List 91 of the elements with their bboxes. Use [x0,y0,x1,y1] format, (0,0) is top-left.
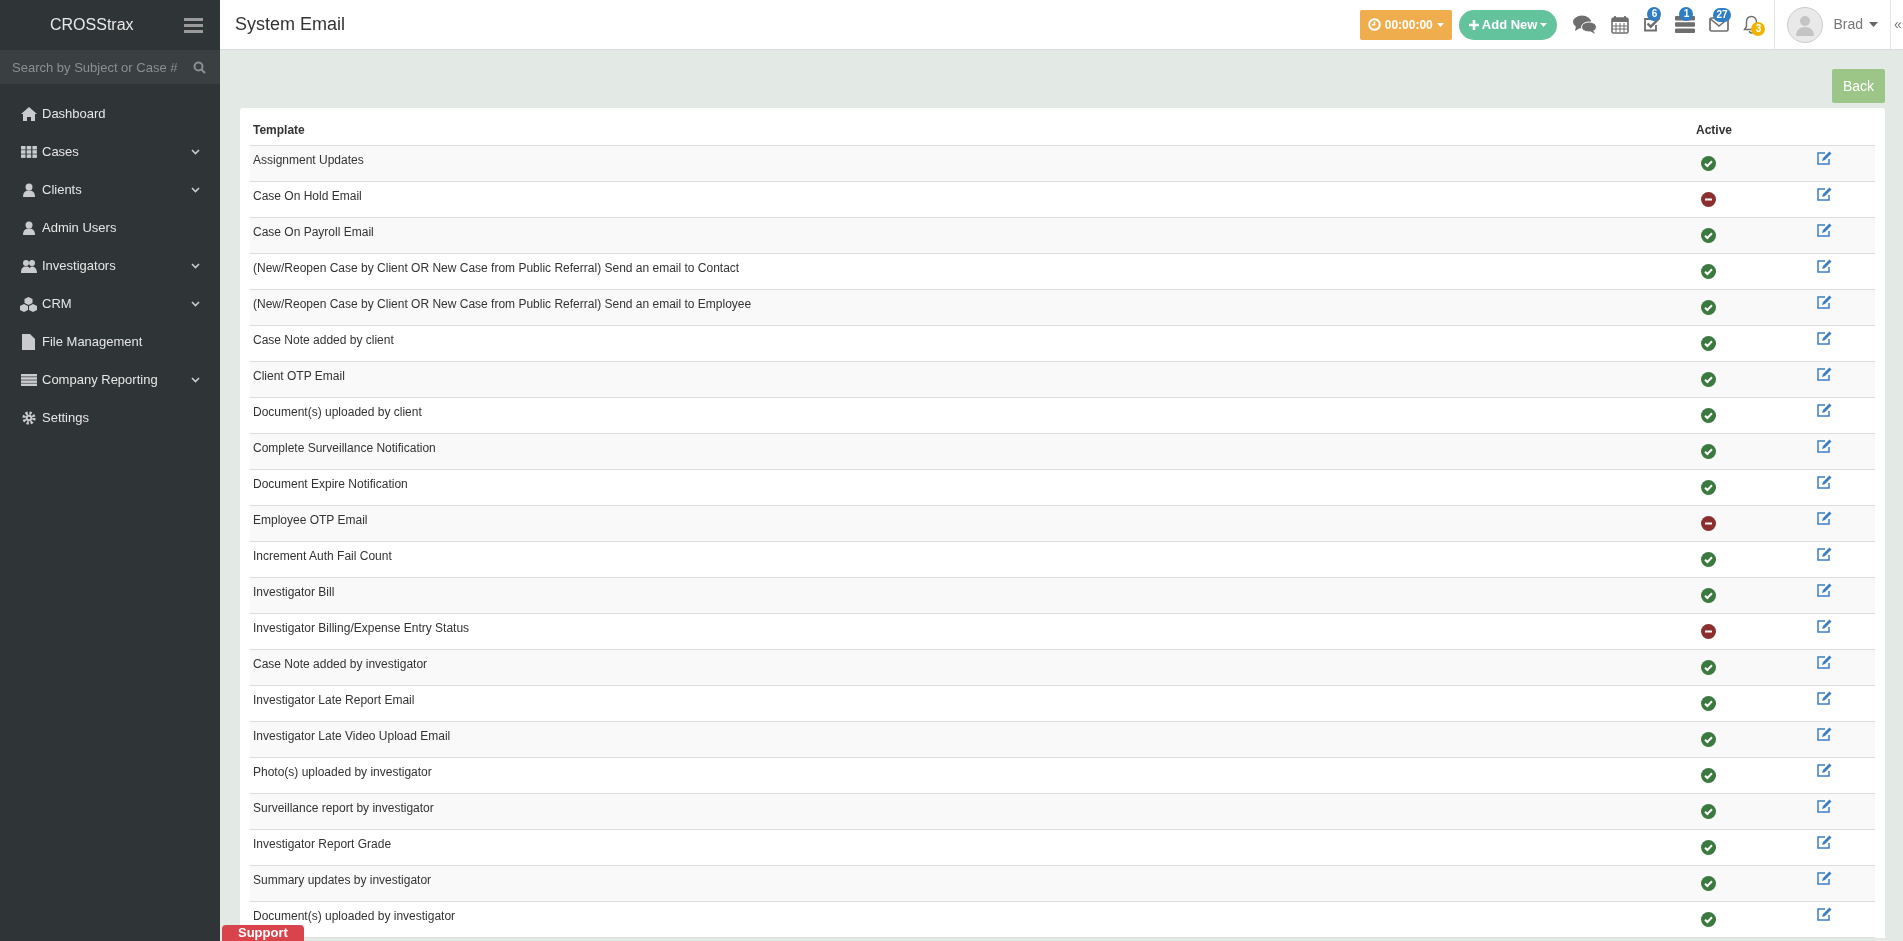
sidebar-item[interactable]: Cases [0,133,220,171]
sidebar-item[interactable]: Clients [0,171,220,209]
sidebar-item[interactable]: CRM [0,285,220,323]
template-name: Case Note added by client [253,332,394,347]
edit-icon[interactable] [1816,618,1832,633]
menu-icon[interactable] [184,17,203,33]
edit-icon[interactable] [1816,726,1832,741]
sidebar-item[interactable]: Settings [0,399,220,437]
edit-icon[interactable] [1816,546,1832,561]
page-title: System Email [235,13,347,36]
template-name: (New/Reopen Case by Client OR New Case from Public Referral) Send an email to Employee [253,296,752,311]
column-header: Active [1680,116,1810,145]
template-name: Investigator Report Grade [253,836,392,851]
chevron-down-icon [191,377,200,383]
edit-icon[interactable] [1816,510,1832,525]
support-button[interactable]: Support [222,925,304,941]
user-icon [21,183,36,197]
edit-icon[interactable] [1816,438,1832,453]
edit-icon[interactable] [1816,654,1832,669]
notification-badge: 6 [1647,7,1662,21]
template-name: Investigator Late Video Upload Email [253,728,451,743]
sidebar-item[interactable]: File Management [0,323,220,361]
calendar-icon[interactable] [1611,15,1630,34]
brand-logo[interactable]: CROSStrax [50,13,134,37]
edit-icon[interactable] [1816,222,1832,237]
template-name: Client OTP Email [253,368,345,383]
edit-icon[interactable] [1816,366,1832,381]
file-icon [22,334,35,350]
users-icon [20,259,37,273]
template-name: Increment Auth Fail Count [253,548,392,563]
collapse-button[interactable]: « [1893,14,1903,35]
chevron-down-icon [191,149,200,155]
column-header: Template [250,116,1680,145]
caret-icon [1869,22,1878,27]
search-icon [193,61,206,74]
sidebar-item[interactable]: Dashboard [0,95,220,133]
notification-badge: 3 [1751,22,1766,36]
template-name: Document(s) uploaded by investigator [253,908,456,923]
notification-badge: 1 [1679,7,1694,21]
chevron-down-icon [191,263,200,269]
template-name: Investigator Bill [253,584,335,599]
user-silhouette-icon [1795,13,1816,36]
template-name: (New/Reopen Case by Client OR New Case from Public Referral) Send an email to Contact [253,260,740,275]
template-name: Case On Payroll Email [253,224,374,239]
template-name: Case On Hold Email [253,188,362,203]
home-icon [20,107,37,121]
checkbox-icon[interactable] [1643,16,1662,33]
edit-icon[interactable] [1816,294,1832,309]
edit-icon[interactable] [1816,258,1832,273]
template-name: Photo(s) uploaded by investigator [253,764,432,779]
plus-icon [1468,19,1479,30]
cubes-icon [19,296,38,312]
edit-icon[interactable] [1816,474,1832,489]
envelope-icon[interactable] [1709,17,1730,32]
list-icon [20,374,37,386]
chevron-down-icon [191,301,200,307]
caret-icon [1436,22,1444,27]
template-name: Assignment Updates [253,152,364,167]
chat-icon[interactable] [1573,15,1598,34]
settings-icon [21,411,36,425]
template-name: Investigator Billing/Expense Entry Status [253,620,470,635]
template-name: Complete Surveillance Notification [253,440,436,455]
caret-icon [1540,22,1548,27]
grid-icon [20,146,37,158]
template-name: Summary updates by investigator [253,872,432,887]
edit-icon[interactable] [1816,330,1832,345]
edit-icon[interactable] [1816,186,1832,201]
edit-icon[interactable] [1816,582,1832,597]
template-name: Document(s) uploaded by client [253,404,422,419]
edit-icon[interactable] [1816,690,1832,705]
template-name: Case Note added by investigator [253,656,428,671]
notification-badge: 27 [1713,8,1731,22]
chevron-down-icon [191,187,200,193]
edit-icon[interactable] [1816,762,1832,777]
edit-icon[interactable] [1816,798,1832,813]
edit-icon[interactable] [1816,834,1832,849]
clock-icon [1367,18,1381,31]
template-name: Employee OTP Email [253,512,368,527]
template-name: Investigator Late Report Email [253,692,415,707]
sidebar-item[interactable]: Company Reporting [0,361,220,399]
user-icon [21,221,36,235]
sidebar-item[interactable]: Admin Users [0,209,220,247]
edit-icon[interactable] [1816,150,1832,165]
search-field[interactable]: Search by Subject or Case # [0,50,220,84]
edit-icon[interactable] [1816,870,1832,885]
template-name: Surveillance report by investigator [253,800,434,815]
template-name: Document Expire Notification [253,476,408,491]
user-menu[interactable]: Brad [1833,14,1878,35]
edit-icon[interactable] [1816,906,1832,921]
sidebar-item[interactable]: Investigators [0,247,220,285]
edit-icon[interactable] [1816,402,1832,417]
